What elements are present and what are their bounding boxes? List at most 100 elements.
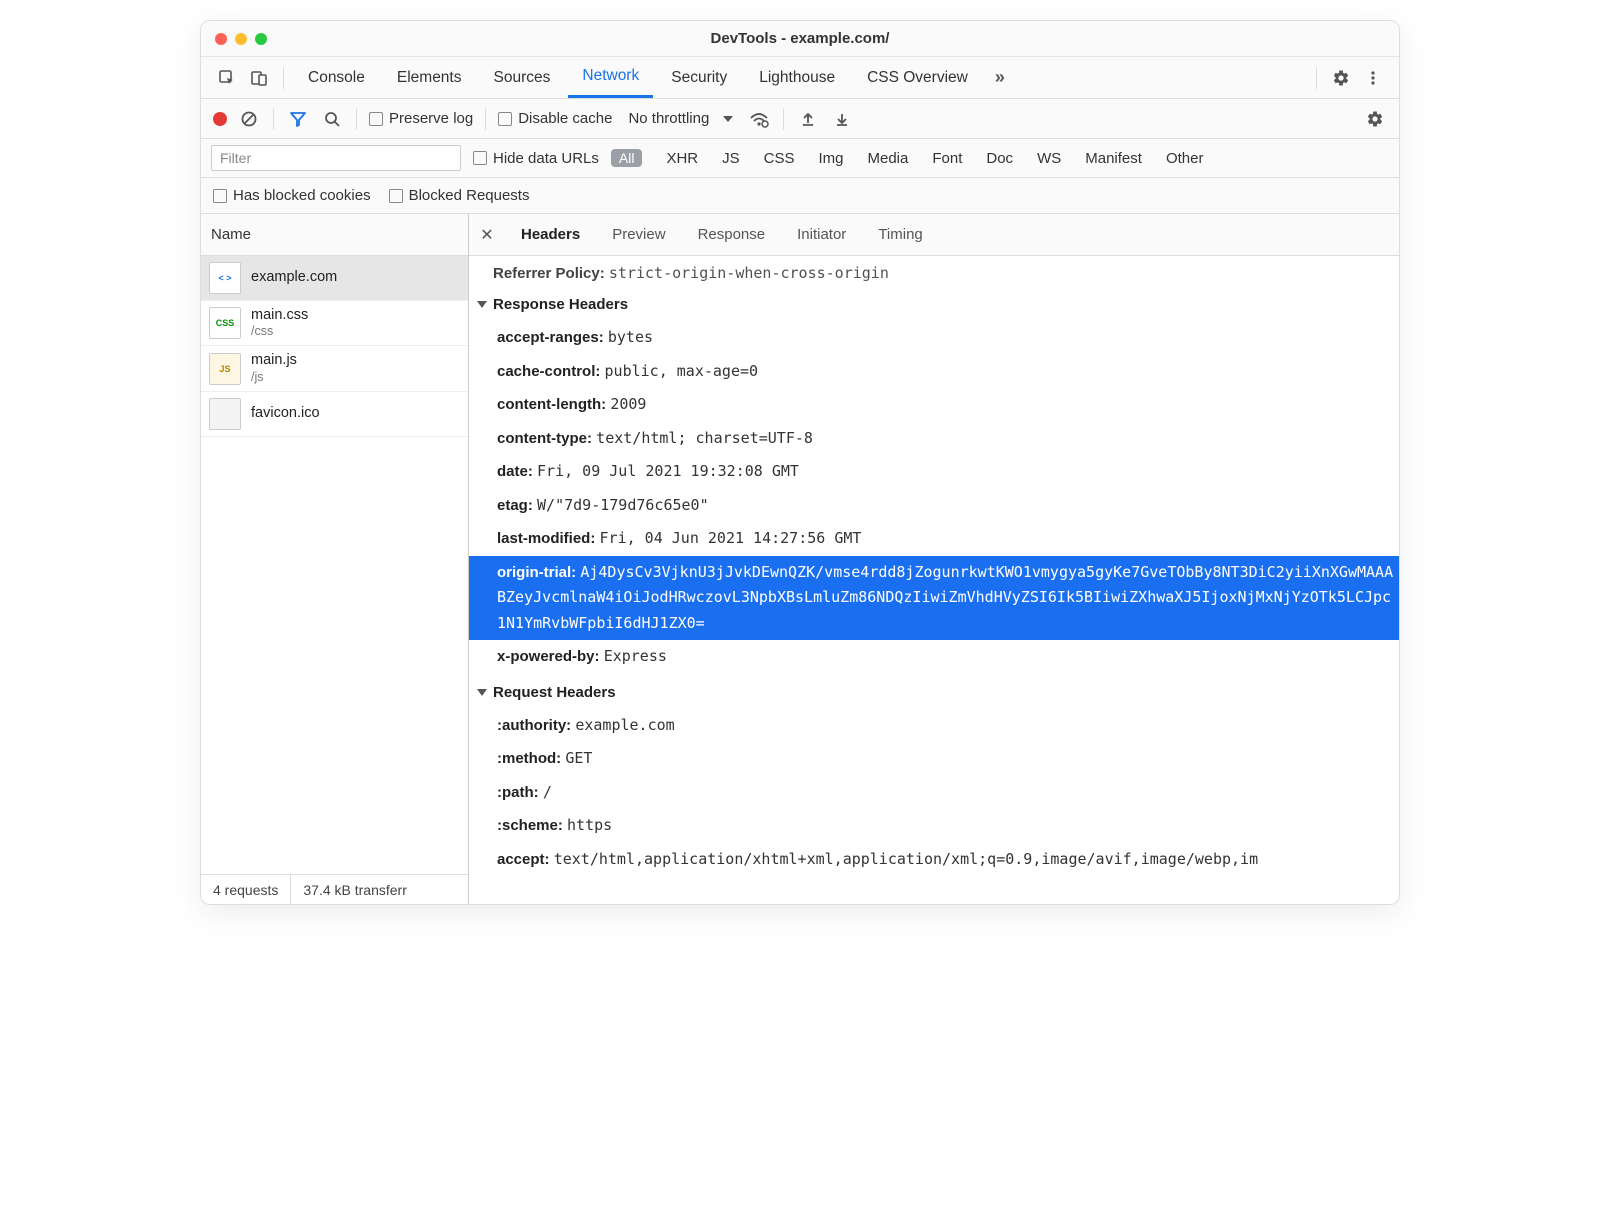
- request-row[interactable]: < >example.com: [201, 256, 468, 301]
- section-title: Response Headers: [493, 296, 628, 313]
- response-headers-section[interactable]: Response Headers: [469, 286, 1399, 321]
- record-button[interactable]: [213, 112, 227, 126]
- tab-network[interactable]: Network: [568, 57, 653, 98]
- divider: [283, 67, 284, 89]
- blocked-requests-checkbox[interactable]: Blocked Requests: [389, 187, 530, 204]
- settings-gear-icon[interactable]: [1327, 64, 1355, 92]
- header-row[interactable]: x-powered-by: Express: [469, 640, 1399, 674]
- filter-type-all[interactable]: All: [611, 149, 643, 167]
- filter-type-js[interactable]: JS: [722, 150, 740, 167]
- upload-har-icon[interactable]: [796, 107, 820, 131]
- disable-cache-checkbox[interactable]: Disable cache: [498, 110, 612, 127]
- detail-tab-timing[interactable]: Timing: [862, 214, 938, 255]
- filter-type-xhr[interactable]: XHR: [666, 150, 698, 167]
- header-value: public, max-age=0: [605, 362, 759, 380]
- more-tabs-button[interactable]: »: [986, 64, 1014, 92]
- filter-type-manifest[interactable]: Manifest: [1085, 150, 1142, 167]
- detail-tab-preview[interactable]: Preview: [596, 214, 681, 255]
- tab-security[interactable]: Security: [657, 57, 741, 98]
- request-row[interactable]: favicon.ico: [201, 392, 468, 437]
- kebab-menu-icon[interactable]: [1359, 64, 1387, 92]
- detail-tab-headers[interactable]: Headers: [505, 214, 596, 255]
- filter-type-media[interactable]: Media: [868, 150, 909, 167]
- header-key: content-length:: [497, 396, 610, 413]
- header-row[interactable]: origin-trial: Aj4DysCv3VjknU3jJvkDEwnQZK…: [469, 556, 1399, 641]
- filter-type-other[interactable]: Other: [1166, 150, 1204, 167]
- status-transferred: 37.4 kB transferr: [291, 875, 419, 904]
- filter-type-css[interactable]: CSS: [764, 150, 795, 167]
- cookie-filter-row: Has blocked cookies Blocked Requests: [201, 178, 1399, 214]
- hide-data-urls-checkbox[interactable]: Hide data URLs: [473, 150, 599, 167]
- search-icon[interactable]: [320, 107, 344, 131]
- filter-type-doc[interactable]: Doc: [986, 150, 1013, 167]
- header-row[interactable]: :scheme: https: [469, 809, 1399, 843]
- header-key: :path:: [497, 784, 543, 801]
- filter-type-font[interactable]: Font: [932, 150, 962, 167]
- download-har-icon[interactable]: [830, 107, 854, 131]
- network-conditions-icon[interactable]: [747, 107, 771, 131]
- header-value: Fri, 04 Jun 2021 14:27:56 GMT: [600, 529, 862, 547]
- inspect-element-icon[interactable]: [213, 64, 241, 92]
- header-value: https: [567, 816, 612, 834]
- header-row[interactable]: :path: /: [469, 776, 1399, 810]
- filter-type-ws[interactable]: WS: [1037, 150, 1061, 167]
- filter-icon[interactable]: [286, 107, 310, 131]
- detail-tab-response[interactable]: Response: [682, 214, 782, 255]
- header-row[interactable]: content-length: 2009: [469, 388, 1399, 422]
- file-type-html-icon: < >: [209, 262, 241, 294]
- request-name: main.css: [251, 307, 308, 324]
- tab-sources[interactable]: Sources: [480, 57, 565, 98]
- network-settings-gear-icon[interactable]: [1363, 107, 1387, 131]
- minimize-window-icon[interactable]: [235, 33, 247, 45]
- has-blocked-cookies-checkbox[interactable]: Has blocked cookies: [213, 187, 371, 204]
- header-row[interactable]: :method: GET: [469, 742, 1399, 776]
- detail-tab-initiator[interactable]: Initiator: [781, 214, 862, 255]
- main-area: Name < >example.comCSSmain.css/cssJSmain…: [201, 214, 1399, 904]
- tab-lighthouse[interactable]: Lighthouse: [745, 57, 849, 98]
- checkbox-box-icon: [369, 112, 383, 126]
- filter-bar: Hide data URLs All XHR JS CSS Img Media Font D…: [201, 139, 1399, 178]
- header-row[interactable]: etag: W/"7d9-179d76c65e0": [469, 489, 1399, 523]
- header-value: Express: [604, 647, 667, 665]
- detail-body[interactable]: Referrer Policy: strict-origin-when-cros…: [469, 256, 1399, 904]
- close-details-button[interactable]: ✕: [469, 225, 505, 245]
- header-row[interactable]: content-type: text/html; charset=UTF-8: [469, 422, 1399, 456]
- request-row[interactable]: JSmain.js/js: [201, 346, 468, 391]
- header-value: Aj4DysCv3VjknU3jJvkDEwnQZK/vmse4rdd8jZog…: [497, 563, 1393, 632]
- request-details: ✕ HeadersPreviewResponseInitiatorTiming …: [469, 214, 1399, 904]
- header-value: strict-origin-when-cross-origin: [609, 264, 889, 282]
- request-list-sidebar: Name < >example.comCSSmain.css/cssJSmain…: [201, 214, 469, 904]
- preserve-log-checkbox[interactable]: Preserve log: [369, 110, 473, 127]
- header-row[interactable]: date: Fri, 09 Jul 2021 19:32:08 GMT: [469, 455, 1399, 489]
- file-type-css-icon: CSS: [209, 307, 241, 339]
- filter-input[interactable]: [211, 145, 461, 171]
- throttling-select[interactable]: No throttling: [628, 110, 733, 127]
- header-row[interactable]: accept: text/html,application/xhtml+xml,…: [469, 843, 1399, 877]
- divider: [1316, 67, 1317, 89]
- throttling-value: No throttling: [628, 110, 709, 127]
- zoom-window-icon[interactable]: [255, 33, 267, 45]
- tab-elements[interactable]: Elements: [383, 57, 476, 98]
- chevron-down-icon: [723, 116, 733, 122]
- request-row[interactable]: CSSmain.css/css: [201, 301, 468, 346]
- tab-css-overview[interactable]: CSS Overview: [853, 57, 982, 98]
- header-value: example.com: [575, 716, 674, 734]
- checkbox-box-icon: [498, 112, 512, 126]
- tab-console[interactable]: Console: [294, 57, 379, 98]
- request-list-header[interactable]: Name: [201, 214, 468, 256]
- close-window-icon[interactable]: [215, 33, 227, 45]
- header-row[interactable]: cache-control: public, max-age=0: [469, 355, 1399, 389]
- header-value: Fri, 09 Jul 2021 19:32:08 GMT: [537, 462, 799, 480]
- request-headers-section[interactable]: Request Headers: [469, 674, 1399, 709]
- has-blocked-cookies-label: Has blocked cookies: [233, 187, 371, 204]
- header-key: etag:: [497, 497, 537, 514]
- header-row[interactable]: last-modified: Fri, 04 Jun 2021 14:27:56…: [469, 522, 1399, 556]
- device-toolbar-icon[interactable]: [245, 64, 273, 92]
- header-value: text/html; charset=UTF-8: [596, 429, 813, 447]
- filter-type-img[interactable]: Img: [818, 150, 843, 167]
- clear-icon[interactable]: [237, 107, 261, 131]
- header-value: 2009: [610, 395, 646, 413]
- header-key: Referrer Policy:: [493, 265, 605, 282]
- header-row[interactable]: :authority: example.com: [469, 709, 1399, 743]
- header-row[interactable]: accept-ranges: bytes: [469, 321, 1399, 355]
